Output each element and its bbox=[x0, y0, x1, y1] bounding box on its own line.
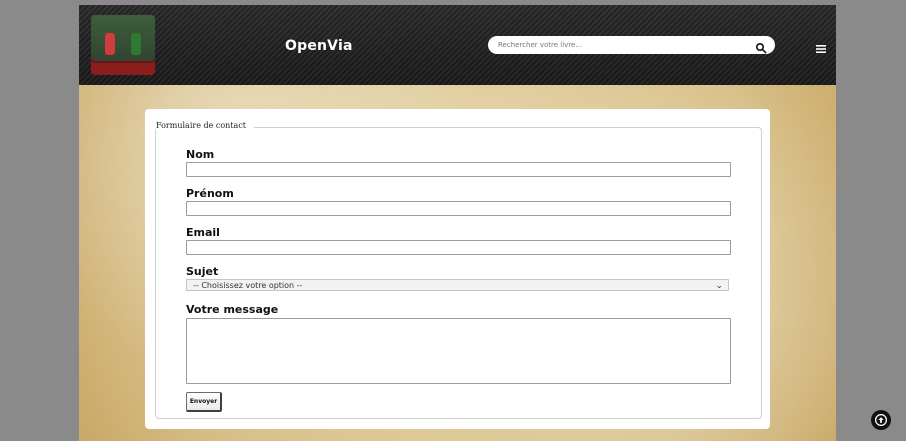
subject-selected-value: -- Choisissez votre option -- bbox=[193, 281, 303, 290]
search-icon bbox=[755, 42, 767, 54]
chevron-down-icon: ⌄ bbox=[715, 281, 723, 291]
contact-form-fieldset: Formulaire de contact Nom Prénom Email S… bbox=[155, 121, 762, 419]
form-legend: Formulaire de contact bbox=[156, 121, 255, 130]
prenom-input[interactable] bbox=[186, 201, 731, 216]
subject-select[interactable]: -- Choisissez votre option -- ⌄ bbox=[186, 279, 729, 291]
contact-card: Formulaire de contact Nom Prénom Email S… bbox=[145, 109, 770, 429]
email-input[interactable] bbox=[186, 240, 731, 255]
message-textarea[interactable] bbox=[186, 318, 731, 384]
site-header: OpenVia bbox=[79, 5, 836, 85]
send-button[interactable]: Envoyer bbox=[186, 392, 222, 412]
label-email: Email bbox=[186, 226, 220, 239]
hamburger-menu-icon bbox=[816, 45, 826, 53]
search-button[interactable] bbox=[755, 39, 767, 54]
site-logo[interactable] bbox=[91, 15, 155, 75]
label-nom: Nom bbox=[186, 148, 215, 161]
label-prenom: Prénom bbox=[186, 187, 234, 200]
label-sujet: Sujet bbox=[186, 265, 219, 278]
search-input[interactable] bbox=[488, 36, 748, 54]
brand-title[interactable]: OpenVia bbox=[285, 38, 353, 54]
nom-input[interactable] bbox=[186, 162, 731, 177]
label-message: Votre message bbox=[186, 303, 279, 316]
menu-button[interactable] bbox=[815, 40, 827, 53]
scroll-to-top-button[interactable] bbox=[871, 410, 891, 430]
page: OpenVia Formulaire de contact Nom Pré bbox=[79, 5, 836, 441]
search-bar bbox=[488, 36, 775, 54]
arrow-up-icon bbox=[875, 414, 887, 426]
